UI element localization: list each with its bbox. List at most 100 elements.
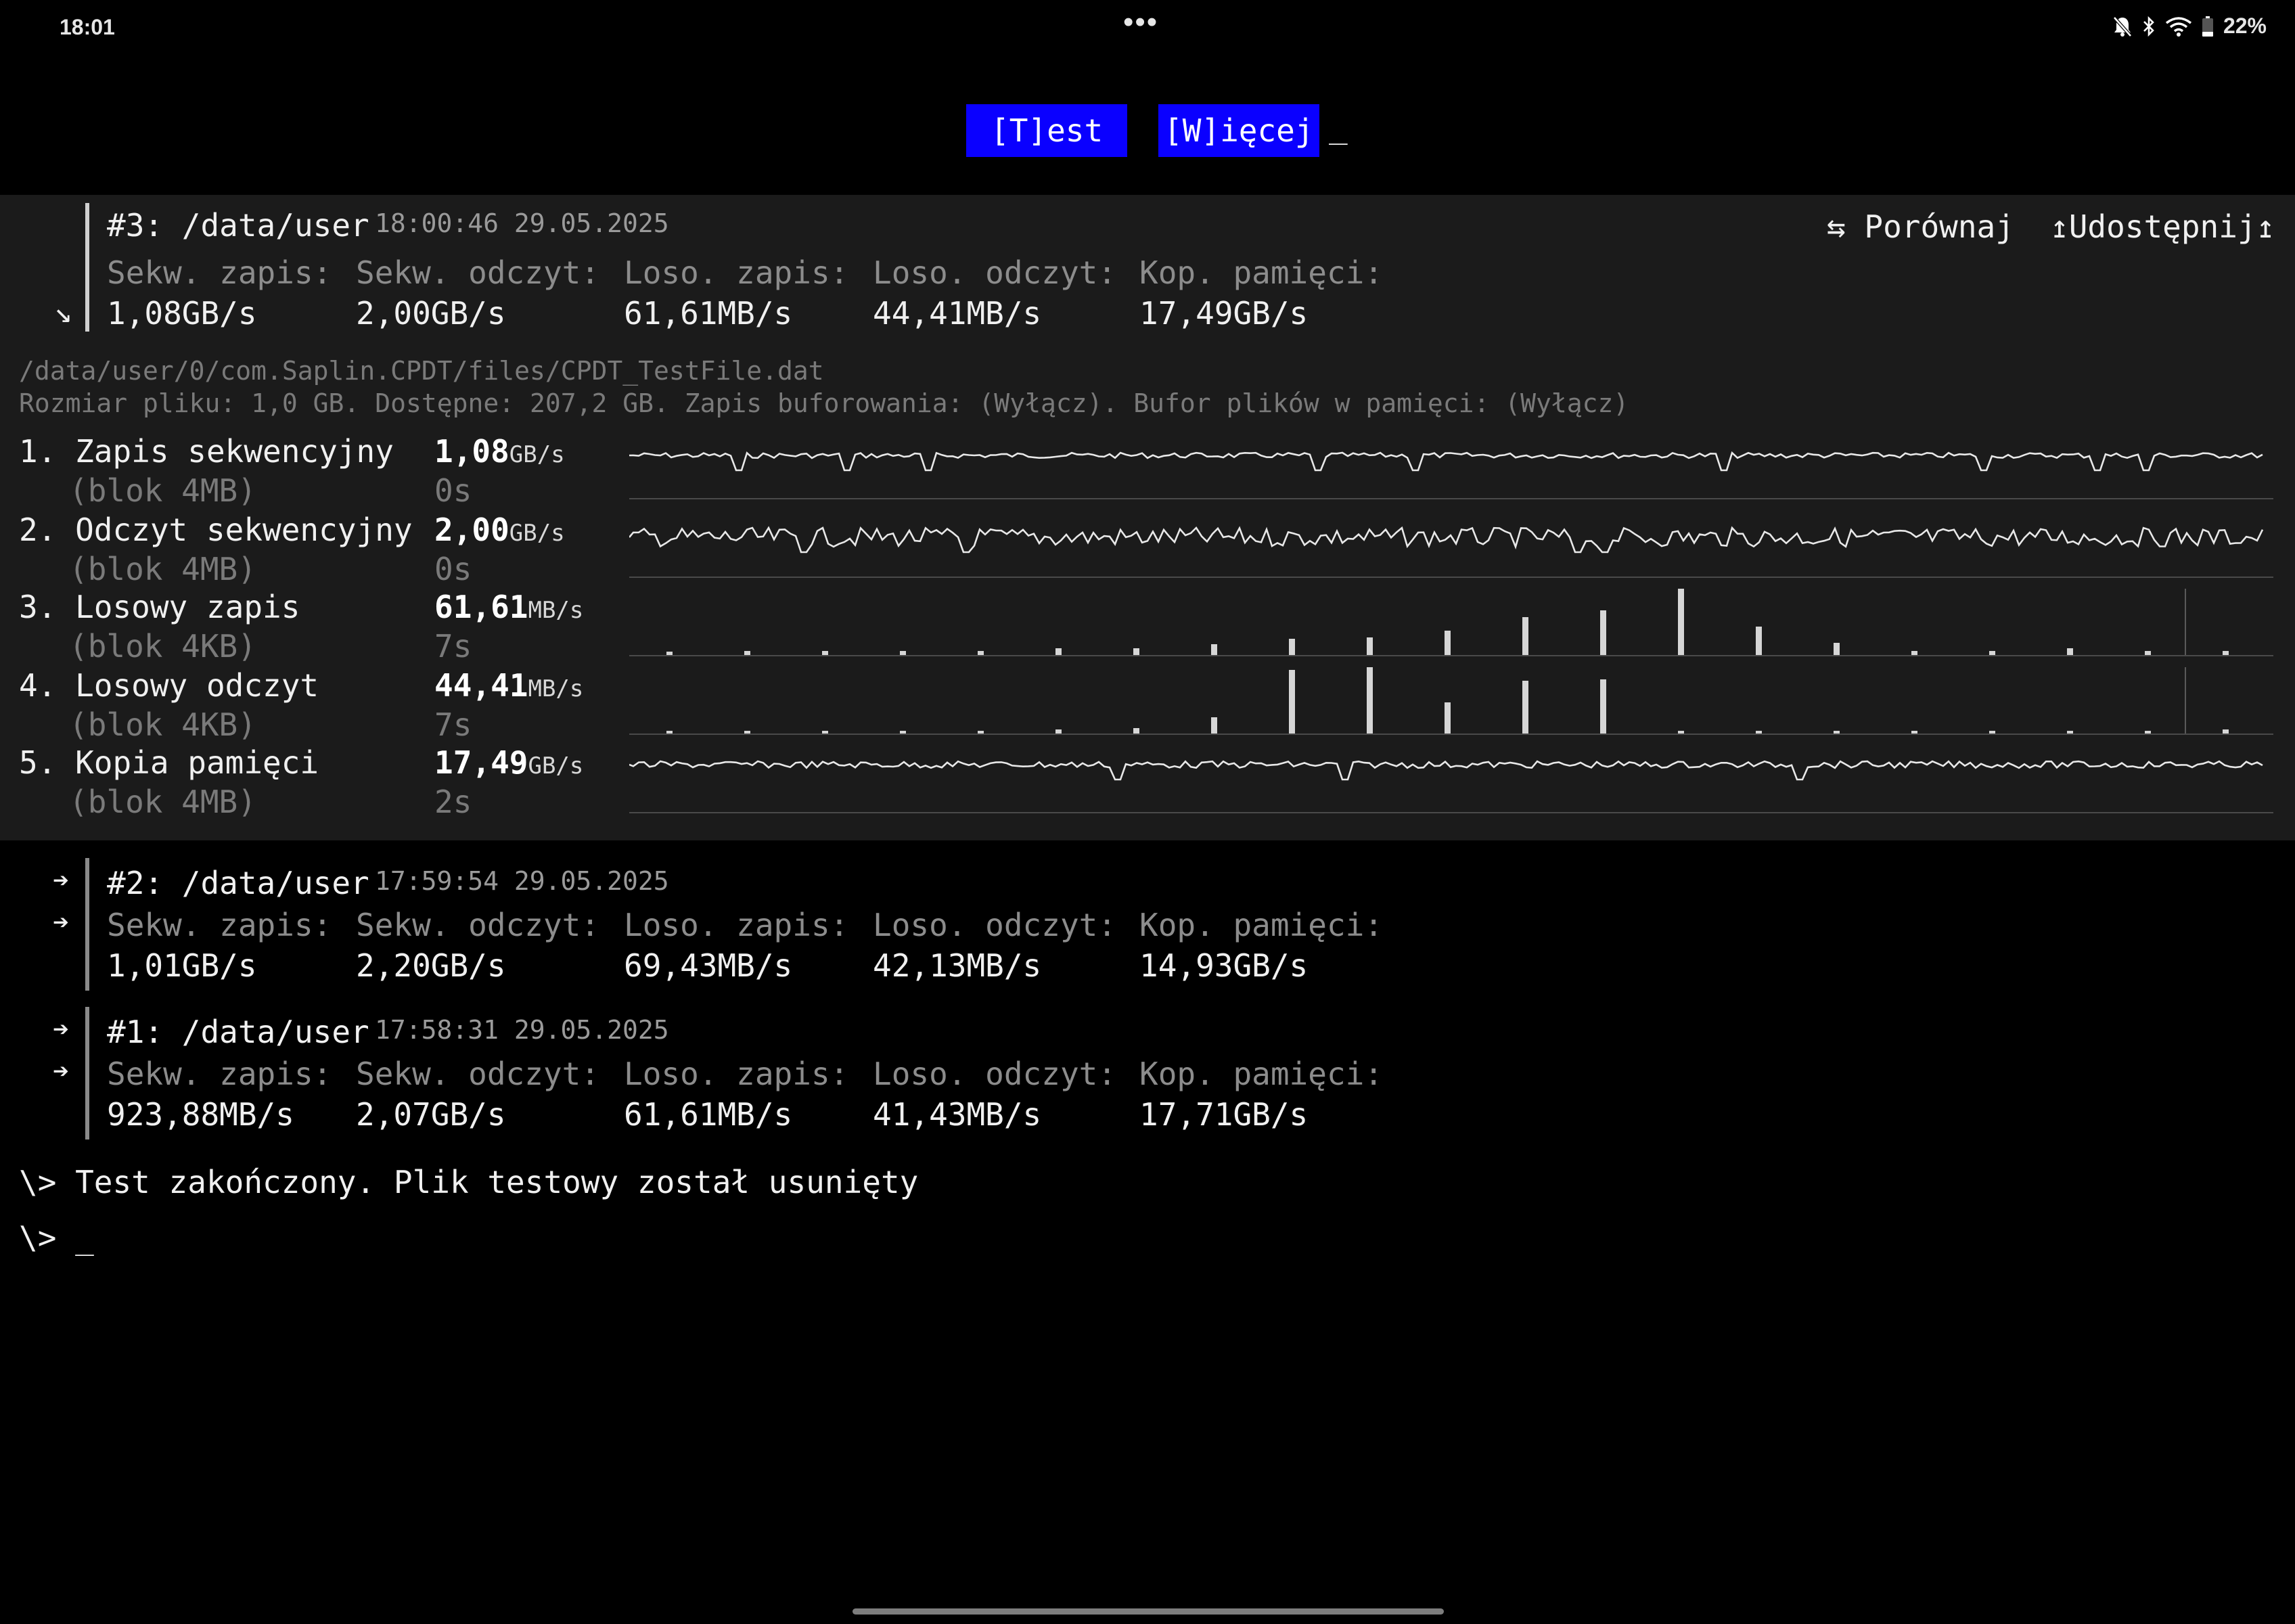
value-seq-read: 2,20GB/s (356, 947, 506, 984)
history-item[interactable]: ➔ ➔ #1: /data/user 17:58:31 29.05.2025 S… (0, 1004, 2295, 1140)
random-io-bar (1055, 729, 1062, 734)
header-rand-write: Loso. zapis: (624, 907, 849, 943)
random-io-bar (1522, 681, 1528, 734)
history-title: #2: /data/user (107, 865, 369, 901)
home-indicator[interactable] (853, 1608, 1444, 1615)
battery-percent: 22% (2223, 14, 2267, 38)
test-unit: GB/s (528, 752, 584, 780)
current-result-panel: ↘ #3: /data/user 18:00:46 29.05.2025 ⇆ P… (0, 195, 2295, 840)
value-seq-write: 923,88MB/s (107, 1096, 294, 1133)
test-result: 44,41MB/s (434, 667, 583, 704)
test-name: 3. Losowy zapis (19, 589, 300, 625)
file-info: Rozmiar pliku: 1,0 GB. Dostępne: 207,2 G… (19, 388, 1629, 418)
chart-seq-read (629, 526, 2273, 578)
test-value: 17,49 (434, 744, 528, 781)
history-divider (85, 858, 89, 991)
more-dots-icon[interactable]: ••• (1123, 5, 1158, 39)
random-io-bar (2067, 648, 2073, 655)
test-value: 2,00 (434, 512, 509, 548)
value-mem-copy: 14,93GB/s (1139, 947, 1309, 984)
random-io-bar (2067, 731, 2073, 734)
sparkline-path (629, 451, 2263, 472)
history-title: #1: /data/user (107, 1014, 369, 1050)
bluetooth-icon (2143, 16, 2154, 37)
random-io-bar (1289, 639, 1295, 655)
compare-button[interactable]: ⇆ Porównaj (1827, 208, 2014, 245)
random-io-bar (1911, 731, 1917, 734)
test-time: 7s (434, 706, 472, 743)
share-button[interactable]: ↥Udostępnij↥ (2050, 208, 2275, 245)
header-mem-copy: Kop. pamięci: (1139, 1056, 1384, 1092)
console-message: \> Test zakończony. Plik testowy został … (19, 1164, 919, 1200)
random-io-bar (1289, 670, 1295, 734)
test-unit: GB/s (509, 520, 565, 547)
header-rand-read: Loso. odczyt: (873, 254, 1117, 291)
value-rand-read: 44,41MB/s (873, 295, 1042, 332)
value-seq-write: 1,08GB/s (107, 295, 257, 332)
more-button[interactable]: [W]ięcej (1158, 104, 1319, 157)
value-seq-write: 1,01GB/s (107, 947, 257, 984)
random-io-bar (1834, 643, 1840, 655)
test-time: 2s (434, 784, 472, 820)
random-io-bar (1989, 651, 1995, 655)
test-time: 7s (434, 628, 472, 664)
test-time: 0s (434, 551, 472, 587)
wifi-icon (2165, 16, 2192, 37)
test-block: (blok 4MB) (69, 472, 256, 509)
collapse-arrow-icon[interactable]: ↘ (54, 295, 72, 330)
random-io-bar (666, 731, 673, 734)
test-block: (blok 4KB) (69, 706, 256, 743)
history-timestamp: 17:59:54 29.05.2025 (375, 866, 669, 896)
random-io-bar (1367, 637, 1373, 655)
value-seq-read: 2,07GB/s (356, 1096, 506, 1133)
battery-icon (2202, 16, 2213, 37)
header-rand-write: Loso. zapis: (624, 254, 849, 291)
random-io-bar (1211, 644, 1217, 655)
random-io-bar (1445, 702, 1451, 734)
sparkline-path (629, 526, 2264, 554)
random-io-bar (1834, 731, 1840, 734)
header-rand-read: Loso. odczyt: (873, 1056, 1117, 1092)
test-result: 17,49GB/s (434, 744, 583, 781)
test-block: (blok 4MB) (69, 551, 256, 587)
chart-rand-write (629, 589, 2273, 656)
test-time: 0s (434, 472, 472, 509)
random-io-bar (666, 652, 673, 655)
random-io-bar (1211, 717, 1217, 734)
test-unit: MB/s (528, 675, 584, 702)
test-block: (blok 4KB) (69, 628, 256, 664)
header-seq-read: Sekw. odczyt: (356, 1056, 600, 1092)
random-io-bar (978, 651, 984, 655)
arrow-icon: ➔ (53, 907, 70, 938)
history-item[interactable]: ➔ ➔ #2: /data/user 17:59:54 29.05.2025 S… (0, 855, 2295, 991)
header-seq-write: Sekw. zapis: (107, 907, 332, 943)
random-io-bar (2223, 651, 2229, 655)
test-button[interactable]: [T]est (966, 104, 1128, 157)
value-rand-write: 61,61MB/s (624, 295, 793, 332)
random-io-bar (744, 651, 750, 655)
test-unit: GB/s (509, 441, 565, 468)
random-io-bar (900, 731, 906, 734)
test-value: 61,61 (434, 589, 528, 625)
test-name: 4. Losowy odczyt (19, 667, 319, 704)
random-io-bar (1911, 651, 1917, 655)
random-io-bar (1756, 627, 1762, 655)
header-mem-copy: Kop. pamięci: (1139, 907, 1384, 943)
test-unit: MB/s (528, 597, 584, 624)
header-seq-write: Sekw. zapis: (107, 1056, 332, 1092)
header-seq-write: Sekw. zapis: (107, 254, 332, 291)
muted-bell-icon (2113, 16, 2132, 37)
arrow-icon: ➔ (53, 1014, 70, 1045)
value-mem-copy: 17,71GB/s (1139, 1096, 1309, 1133)
console-prompt[interactable]: \> _ (19, 1219, 94, 1256)
value-rand-write: 69,43MB/s (624, 947, 793, 984)
arrow-icon: ➔ (53, 1056, 70, 1087)
random-io-bar (900, 651, 906, 655)
random-io-bar (1522, 617, 1528, 655)
status-icons: 22% (2112, 14, 2267, 39)
test-name: 2. Odczyt sekwencyjny (19, 512, 413, 548)
random-io-bar (822, 651, 828, 655)
random-io-bar (1133, 648, 1139, 655)
sparkline-path (629, 760, 2263, 781)
input-cursor: _ (1329, 108, 1348, 145)
